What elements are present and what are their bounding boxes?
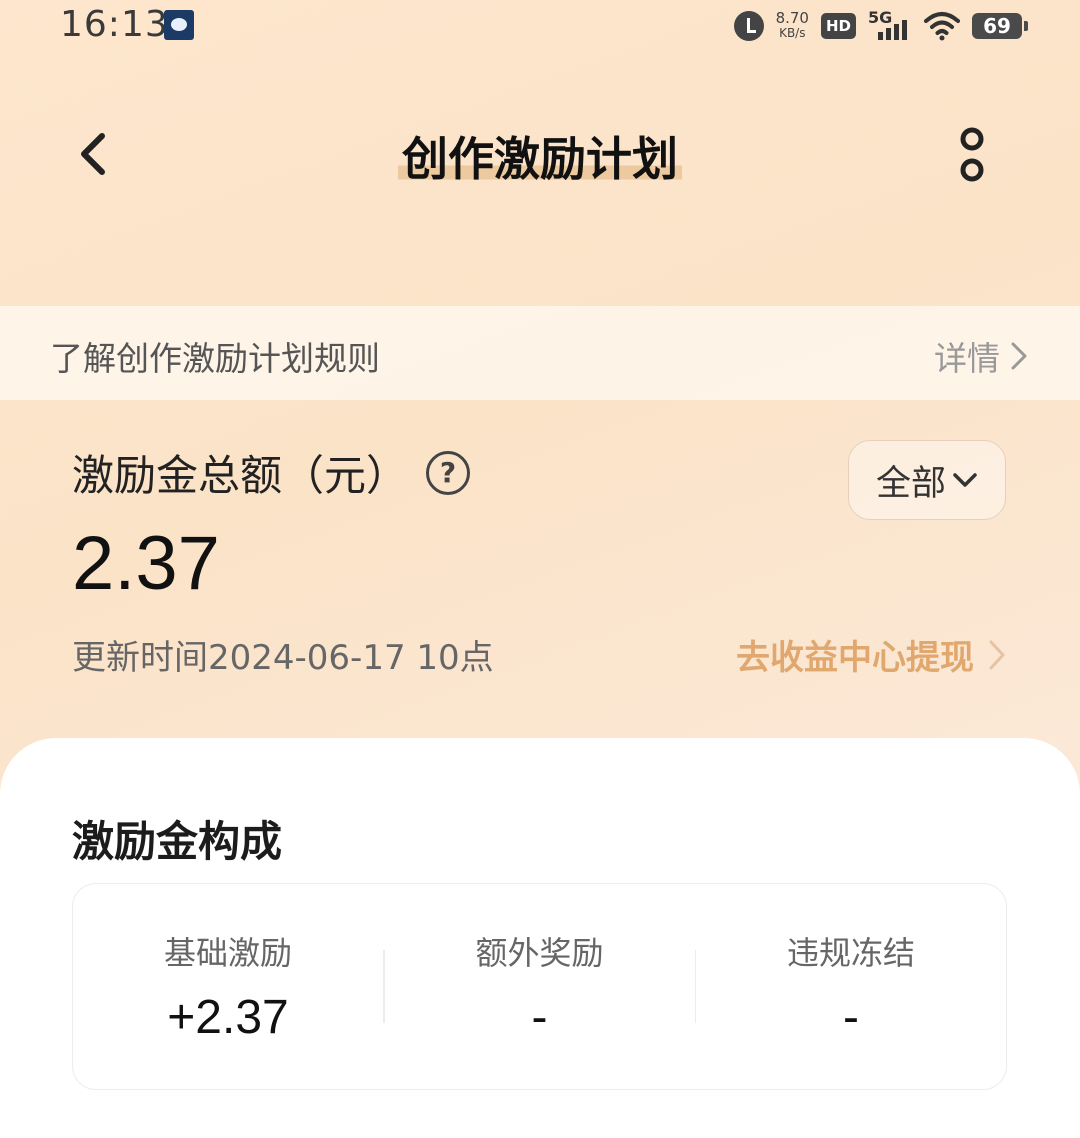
rules-detail-link[interactable]: 详情	[934, 332, 1028, 380]
rules-detail-label: 详情	[934, 339, 1000, 378]
composition-item-value: +2.37	[167, 991, 289, 1044]
withdraw-label: 去收益中心提现	[736, 638, 974, 678]
composition-item-label: 额外奖励	[475, 934, 604, 972]
update-time: 更新时间2024-06-17 10点	[72, 638, 494, 678]
total-amount: 2.37	[72, 521, 220, 606]
page-title: 创作激励计划	[0, 123, 1080, 189]
composition-title: 激励金构成	[72, 817, 283, 866]
more-vertical-icon	[960, 127, 984, 182]
composition-item-extra: 额外奖励 -	[385, 884, 695, 1089]
rules-banner-text: 了解创作激励计划规则	[50, 339, 380, 378]
filter-dropdown[interactable]: 全部	[848, 440, 1006, 520]
composition-item-frozen: 违规冻结 -	[696, 884, 1006, 1089]
network-speed-unit: KB/s	[779, 26, 806, 40]
chevron-down-icon	[953, 473, 977, 487]
network-speed-value: 8.70	[775, 9, 809, 27]
total-label-row: 激励金总额（元） ?	[72, 442, 471, 503]
total-label: 激励金总额（元）	[72, 451, 409, 500]
help-icon[interactable]: ?	[426, 450, 471, 495]
alarm-icon	[733, 11, 764, 41]
signal-icon: 5G	[868, 8, 912, 44]
chevron-right-icon	[989, 640, 1005, 669]
status-indicators: 8.70 KB/s HD 5G 69	[733, 6, 1028, 46]
composition-item-label: 基础激励	[163, 934, 292, 972]
composition-card: 基础激励 +2.37 额外奖励 - 违规冻结 -	[72, 883, 1007, 1090]
more-button[interactable]	[950, 122, 994, 186]
withdraw-link[interactable]: 去收益中心提现	[736, 630, 1006, 679]
hd-icon: HD	[820, 13, 856, 39]
composition-item-value: -	[843, 991, 859, 1044]
filter-label: 全部	[875, 463, 946, 504]
composition-item-value: -	[531, 991, 548, 1044]
app-notification-icon	[164, 10, 194, 40]
status-time: 16:13	[60, 4, 169, 45]
composition-item-base: 基础激励 +2.37	[73, 884, 383, 1089]
network-speed: 8.70 KB/s	[776, 11, 809, 41]
wifi-icon	[924, 12, 960, 41]
chevron-right-icon	[1011, 342, 1027, 370]
composition-item-label: 违规冻结	[786, 934, 915, 972]
battery-icon: 69	[972, 13, 1028, 39]
